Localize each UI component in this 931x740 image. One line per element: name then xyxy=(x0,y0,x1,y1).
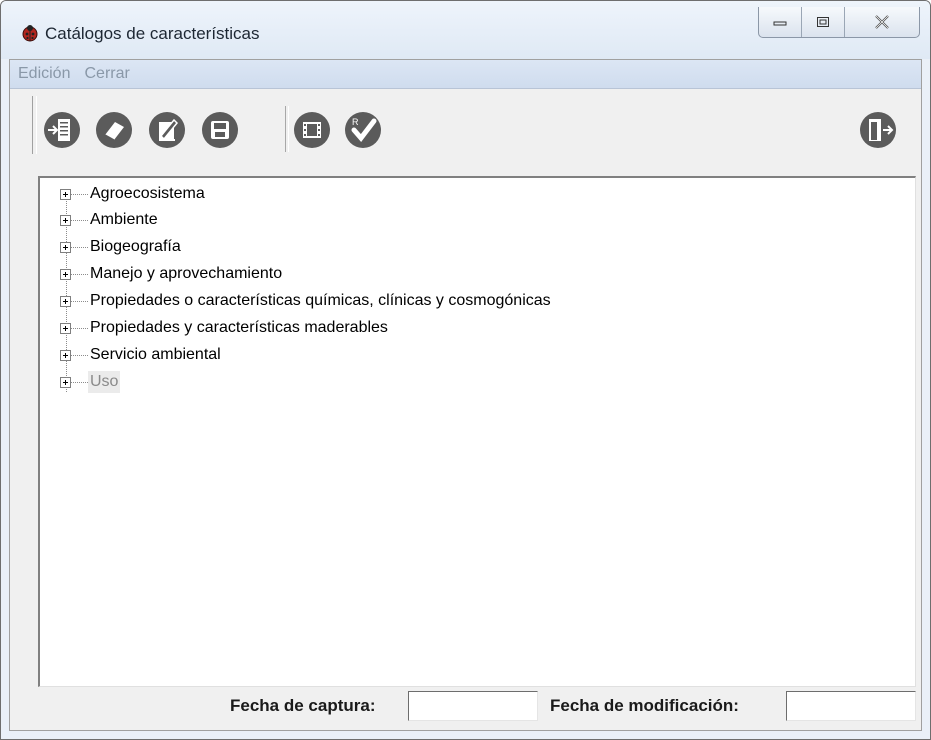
eraser-icon[interactable] xyxy=(94,110,134,150)
tree-dots xyxy=(71,273,88,275)
tree-item-biogeografia[interactable]: Biogeografía xyxy=(60,234,183,260)
exit-door-icon[interactable] xyxy=(858,110,898,150)
tree-item-propiedades-quimicas[interactable]: Propiedades o características químicas, … xyxy=(60,288,553,314)
tree-dots xyxy=(71,246,88,248)
catalog-tree[interactable]: Agroecosistema Ambiente Biogeografía Man… xyxy=(38,176,916,687)
toolbar-separator xyxy=(285,106,289,152)
expand-icon[interactable] xyxy=(60,188,71,200)
check-icon[interactable]: R xyxy=(343,110,383,150)
minimize-icon xyxy=(773,21,787,26)
app-window: Catálogos de características Edición Cer… xyxy=(0,0,931,740)
tree-item-label: Servicio ambiental xyxy=(90,346,221,363)
tree-dots xyxy=(71,219,88,221)
ladybug-icon xyxy=(22,25,38,42)
tree-item-propiedades-maderables[interactable]: Propiedades y características maderables xyxy=(60,315,390,341)
menu-bar: Edición Cerrar xyxy=(10,60,921,89)
tree-dots xyxy=(71,300,88,302)
expand-icon[interactable] xyxy=(60,322,71,334)
window-title: Catálogos de características xyxy=(45,24,260,43)
restore-icon xyxy=(817,17,829,27)
tree-item-uso[interactable]: Uso xyxy=(60,369,121,395)
toolbar-grip[interactable] xyxy=(32,96,37,154)
fecha-captura-label: Fecha de captura: xyxy=(230,696,376,715)
expand-icon[interactable] xyxy=(60,295,71,307)
tree-dots xyxy=(71,381,88,383)
tree-item-label: Uso xyxy=(88,371,121,393)
film-icon[interactable] xyxy=(292,110,332,150)
tree-item-manejo[interactable]: Manejo y aprovechamiento xyxy=(60,261,284,287)
tree-item-agroecosistema[interactable]: Agroecosistema xyxy=(60,181,207,207)
caption-buttons xyxy=(758,7,920,38)
tree-dots xyxy=(71,193,88,195)
tree-item-label: Ambiente xyxy=(90,211,158,228)
tree-item-label: Manejo y aprovechamiento xyxy=(90,265,283,282)
fecha-modificacion-field[interactable] xyxy=(786,691,916,721)
fecha-modificacion-label: Fecha de modificación: xyxy=(550,696,739,715)
minimize-button[interactable] xyxy=(759,7,801,37)
tree-item-label: Biogeografía xyxy=(90,238,181,255)
date-fields-bar: Fecha de captura: Fecha de modificación: xyxy=(10,682,921,730)
close-button[interactable] xyxy=(844,7,919,37)
save-icon[interactable] xyxy=(200,110,240,150)
svg-text:R: R xyxy=(352,117,359,127)
expand-icon[interactable] xyxy=(60,241,71,253)
tree-item-ambiente[interactable]: Ambiente xyxy=(60,207,160,233)
close-icon xyxy=(875,15,889,29)
menu-cerrar[interactable]: Cerrar xyxy=(84,65,129,83)
tree-dots xyxy=(71,354,88,356)
menu-edicion[interactable]: Edición xyxy=(18,65,70,83)
add-document-icon[interactable] xyxy=(42,110,82,150)
expand-icon[interactable] xyxy=(60,268,71,280)
expand-icon[interactable] xyxy=(60,376,71,388)
fecha-captura-field[interactable] xyxy=(408,691,538,721)
maximize-button[interactable] xyxy=(801,7,844,37)
expand-icon[interactable] xyxy=(60,349,71,361)
tree-dots xyxy=(71,327,88,329)
edit-icon[interactable] xyxy=(147,110,187,150)
toolbar: R xyxy=(10,90,921,168)
tree-item-label: Propiedades o características químicas, … xyxy=(90,292,551,309)
tree-item-servicio-ambiental[interactable]: Servicio ambiental xyxy=(60,342,223,368)
tree-item-label: Propiedades y características maderables xyxy=(90,319,388,336)
expand-icon[interactable] xyxy=(60,214,71,226)
client-area: Edición Cerrar R Agroecosistema Ambiente… xyxy=(9,59,922,731)
tree-item-label: Agroecosistema xyxy=(90,185,205,202)
title-bar[interactable]: Catálogos de características xyxy=(1,1,930,59)
